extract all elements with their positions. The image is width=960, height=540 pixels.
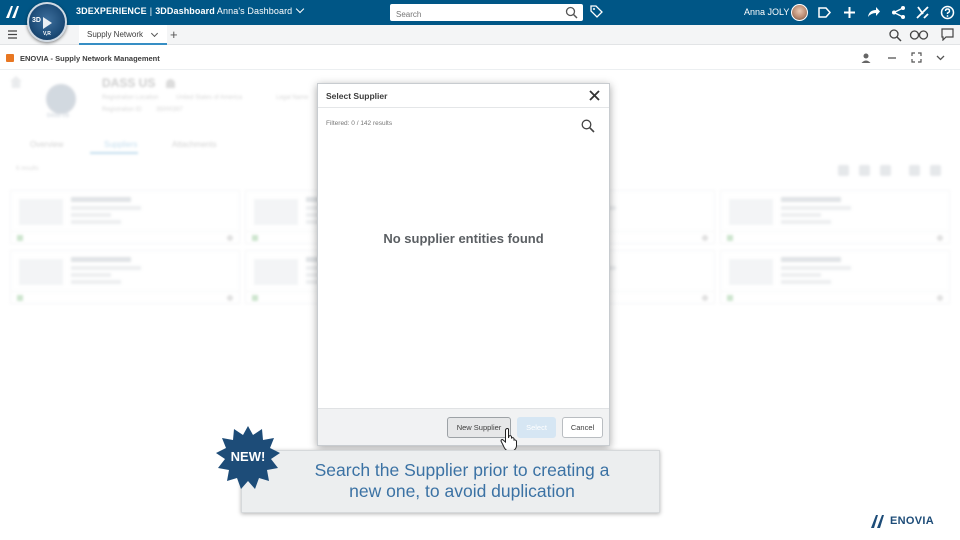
compass-icon[interactable]: 3D V,R	[27, 2, 67, 42]
top-bar: 3DEXPERIENCE | 3DDashboard Anna's Dashboar…	[0, 0, 960, 25]
search-people-icon[interactable]	[888, 28, 902, 42]
cancel-button[interactable]: Cancel	[562, 417, 603, 438]
tab-label: Supply Network	[87, 30, 144, 39]
dialog-footer: New Supplier Select Cancel	[318, 408, 609, 445]
hand-cursor-icon	[500, 428, 517, 452]
minimize-icon[interactable]	[887, 52, 897, 64]
callout-line-2: new one, to avoid duplication	[349, 481, 575, 501]
user-settings-icon[interactable]	[861, 52, 873, 64]
enovia-app-icon	[6, 54, 14, 62]
dialog-header: Select Supplier	[318, 84, 609, 108]
forward-icon[interactable]	[866, 5, 881, 20]
callout-banner: Search the Supplier prior to creating a …	[241, 450, 660, 513]
close-icon[interactable]	[588, 89, 601, 102]
select-button[interactable]: Select	[517, 417, 556, 438]
callout-line-1: Search the Supplier prior to creating a	[314, 460, 610, 480]
tab-supply-network[interactable]: Supply Network	[79, 25, 167, 45]
hamburger-menu-icon[interactable]	[8, 30, 17, 39]
filtered-results: Filtered: 0 / 142 results	[326, 120, 393, 127]
tools-icon[interactable]	[915, 5, 930, 20]
tag-icon[interactable]	[590, 5, 603, 18]
search-box[interactable]	[390, 4, 583, 23]
user-name[interactable]: Anna JOLY	[744, 7, 789, 17]
share-icon[interactable]	[891, 5, 906, 20]
compass-label-vr: V,R	[43, 31, 51, 37]
compass-label-3d: 3D	[32, 17, 41, 24]
search-icon[interactable]	[565, 6, 578, 19]
new-badge-label: NEW!	[230, 449, 266, 464]
enovia-logo-text: ENOVIA	[890, 515, 934, 527]
select-supplier-dialog: Select Supplier Filtered: 0 / 142 result…	[317, 83, 610, 446]
app-title: ENOVIA - Supply Network Management	[20, 54, 160, 63]
enovia-logo-icon	[871, 515, 884, 528]
app-header: ENOVIA - Supply Network Management	[0, 46, 960, 70]
expand-icon[interactable]	[911, 52, 922, 63]
play-icon	[43, 17, 52, 29]
dialog-title: Select Supplier	[326, 91, 388, 101]
chat-icon[interactable]	[941, 28, 954, 41]
dassault-logo-icon[interactable]	[4, 3, 22, 24]
empty-state-message: No supplier entities found	[383, 231, 544, 246]
glasses-icon[interactable]	[909, 28, 929, 42]
chevron-down-icon[interactable]	[935, 52, 946, 63]
help-icon[interactable]	[940, 5, 955, 20]
brand-3dexperience: 3DEXPERIENCE	[76, 6, 147, 16]
share-tag-icon[interactable]	[817, 5, 832, 20]
dashboard-name[interactable]: Anna's Dashboard	[217, 6, 292, 16]
brand-separator: |	[149, 6, 153, 16]
chevron-down-icon[interactable]	[150, 29, 159, 38]
chevron-down-icon[interactable]	[296, 4, 305, 14]
brand-title: 3DEXPERIENCE | 3DDashboard Anna's Dashboar…	[76, 4, 305, 16]
tab-bar: Supply Network +	[0, 25, 960, 45]
add-tab-button[interactable]: +	[170, 27, 178, 42]
brand-3ddashboard: 3DDashboard	[155, 6, 215, 16]
search-icon[interactable]	[581, 119, 595, 133]
search-input[interactable]	[390, 6, 560, 23]
plus-icon[interactable]	[842, 5, 857, 20]
callout-text: Search the Supplier prior to creating a …	[272, 460, 652, 502]
avatar[interactable]	[791, 4, 808, 21]
